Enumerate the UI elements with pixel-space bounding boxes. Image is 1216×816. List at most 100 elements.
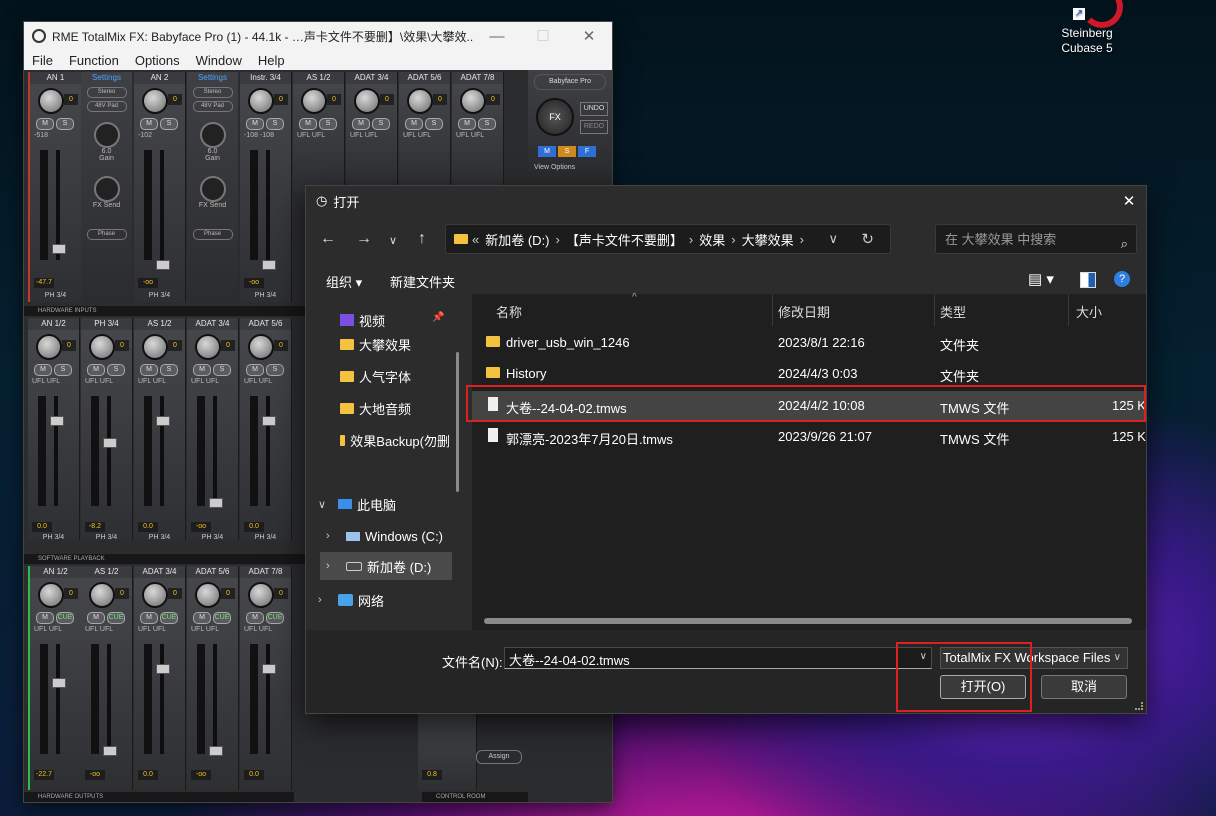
stereo-button[interactable]: Stereo [86, 87, 127, 98]
fader-cap[interactable] [262, 260, 276, 270]
solo-button[interactable]: S [107, 364, 125, 376]
48v-pad-button[interactable]: 48V Pad [192, 101, 233, 112]
solo-button[interactable]: S [54, 364, 72, 376]
breadcrumb-drive[interactable]: 新加卷 (D:) [485, 230, 549, 249]
resize-grip-icon[interactable] [1135, 702, 1143, 710]
fader-cap[interactable] [209, 746, 223, 756]
close-button[interactable]: ✕ [566, 27, 612, 45]
mute-button[interactable]: M [405, 118, 423, 130]
solo-button[interactable]: S [56, 118, 74, 130]
fx-button[interactable]: FX [536, 98, 574, 136]
preview-pane-icon[interactable] [1080, 272, 1096, 288]
fader-cap[interactable] [103, 438, 117, 448]
mute-button[interactable]: M [87, 364, 105, 376]
pan-knob[interactable] [89, 582, 115, 608]
mute-button[interactable]: M [246, 364, 264, 376]
mute-button[interactable]: M [34, 364, 52, 376]
column-header-name[interactable]: 名称 [496, 302, 522, 321]
view-options-button[interactable]: View Options [534, 164, 575, 171]
overflow-chevron-icon[interactable]: « [472, 232, 479, 247]
breadcrumb-folder[interactable]: 效果 [699, 230, 725, 249]
filename-dropdown-chevron-icon[interactable]: ∨ [920, 651, 927, 662]
mute-button[interactable]: M [140, 364, 158, 376]
fader-cap[interactable] [52, 244, 66, 254]
nav-item-folder[interactable]: 大攀效果 [340, 330, 460, 358]
address-history-chevron-icon[interactable]: ∨ [828, 231, 838, 247]
output-assign[interactable]: PH 3/4 [240, 292, 291, 299]
file-row[interactable]: 郭漂亮-2023年7月20日.tmws 2023/9/26 21:07 TMWS… [472, 422, 1146, 452]
device-selector[interactable]: Babyface Pro [534, 74, 606, 90]
output-assign[interactable]: PH 3/4 [134, 534, 185, 541]
pan-knob[interactable] [354, 88, 380, 114]
fader-cap[interactable] [52, 678, 66, 688]
fader-cap[interactable] [103, 746, 117, 756]
back-arrow-icon[interactable]: ← [320, 230, 336, 248]
pan-knob[interactable] [89, 334, 115, 360]
pan-knob[interactable] [142, 88, 168, 114]
cue-button[interactable]: CUE [160, 612, 178, 624]
help-icon[interactable]: ? [1114, 271, 1130, 287]
menu-options[interactable]: Options [127, 53, 188, 68]
expand-chevron-icon[interactable]: ∨ [318, 498, 330, 511]
solo-button[interactable]: S [160, 118, 178, 130]
cue-button[interactable]: CUE [56, 612, 74, 624]
output-assign[interactable]: PH 3/4 [28, 534, 79, 541]
file-type-select[interactable]: TotalMix FX Workspace Files ∨ [940, 647, 1128, 669]
nav-item-network[interactable]: › 网络 [318, 586, 458, 614]
pan-knob[interactable] [195, 334, 221, 360]
dialog-close-button[interactable]: ✕ [1112, 192, 1146, 210]
output-assign[interactable]: PH 3/4 [187, 534, 238, 541]
mute-button[interactable]: M [246, 118, 264, 130]
mute-button[interactable]: M [36, 118, 54, 130]
file-row[interactable]: driver_usb_win_1246 2023/8/1 22:16 文件夹 [472, 328, 1146, 358]
column-header-size[interactable]: 大小 [1076, 302, 1102, 321]
pan-knob[interactable] [248, 582, 274, 608]
mute-button[interactable]: M [299, 118, 317, 130]
cancel-button[interactable]: 取消 [1041, 675, 1127, 699]
fader-cap[interactable] [156, 416, 170, 426]
mute-button[interactable]: M [140, 118, 158, 130]
fx-send-knob[interactable] [199, 176, 226, 202]
gain-knob[interactable] [199, 122, 226, 148]
mute-button[interactable]: M [140, 612, 158, 624]
nav-item-drive-d[interactable]: › 新加卷 (D:) [320, 552, 452, 580]
output-assign[interactable]: PH 3/4 [240, 534, 291, 541]
open-button[interactable]: 打开(O) [940, 675, 1026, 699]
mute-button[interactable]: M [193, 612, 211, 624]
breadcrumb-folder[interactable]: 【声卡文件不要删】 [566, 230, 683, 249]
mute-button[interactable]: M [87, 612, 105, 624]
phase-button[interactable]: Phase [192, 229, 233, 240]
nav-item-folder[interactable]: 人气字体 [340, 362, 460, 390]
redo-button[interactable]: REDO [580, 120, 608, 134]
nav-item-folder[interactable]: 大地音频 [340, 394, 460, 422]
menu-function[interactable]: Function [61, 53, 127, 68]
expand-chevron-icon[interactable]: › [326, 530, 338, 542]
output-assign[interactable]: PH 3/4 [81, 534, 132, 541]
pan-knob[interactable] [142, 334, 168, 360]
fader-cap[interactable] [209, 498, 223, 508]
cue-button[interactable]: CUE [213, 612, 231, 624]
pan-knob[interactable] [460, 88, 486, 114]
forward-arrow-icon[interactable]: → [356, 230, 372, 248]
expand-chevron-icon[interactable]: › [318, 594, 330, 606]
address-bar[interactable]: « 新加卷 (D:) › 【声卡文件不要删】 › 效果 › 大攀效果 › ∨ ↻ [445, 224, 891, 254]
nav-item-folder[interactable]: 效果Backup(勿删 [340, 426, 450, 454]
fader-cap[interactable] [50, 416, 64, 426]
up-arrow-icon[interactable]: ↑ [418, 230, 426, 248]
mute-button[interactable]: M [352, 118, 370, 130]
solo-button[interactable]: S [266, 118, 284, 130]
mute-button[interactable]: M [246, 612, 264, 624]
column-header-type[interactable]: 类型 [940, 302, 966, 321]
pan-knob[interactable] [38, 88, 64, 114]
menu-help[interactable]: Help [250, 53, 293, 68]
output-assign[interactable]: PH 3/4 [30, 292, 81, 299]
search-box[interactable]: ⌕ [935, 224, 1137, 255]
fader-cap[interactable] [262, 664, 276, 674]
cue-button[interactable]: CUE [266, 612, 284, 624]
mute-button[interactable]: M [458, 118, 476, 130]
menu-window[interactable]: Window [188, 53, 250, 68]
solo-button[interactable]: S [319, 118, 337, 130]
solo-button[interactable]: S [213, 364, 231, 376]
gain-knob[interactable] [93, 122, 120, 148]
pan-knob[interactable] [36, 334, 62, 360]
